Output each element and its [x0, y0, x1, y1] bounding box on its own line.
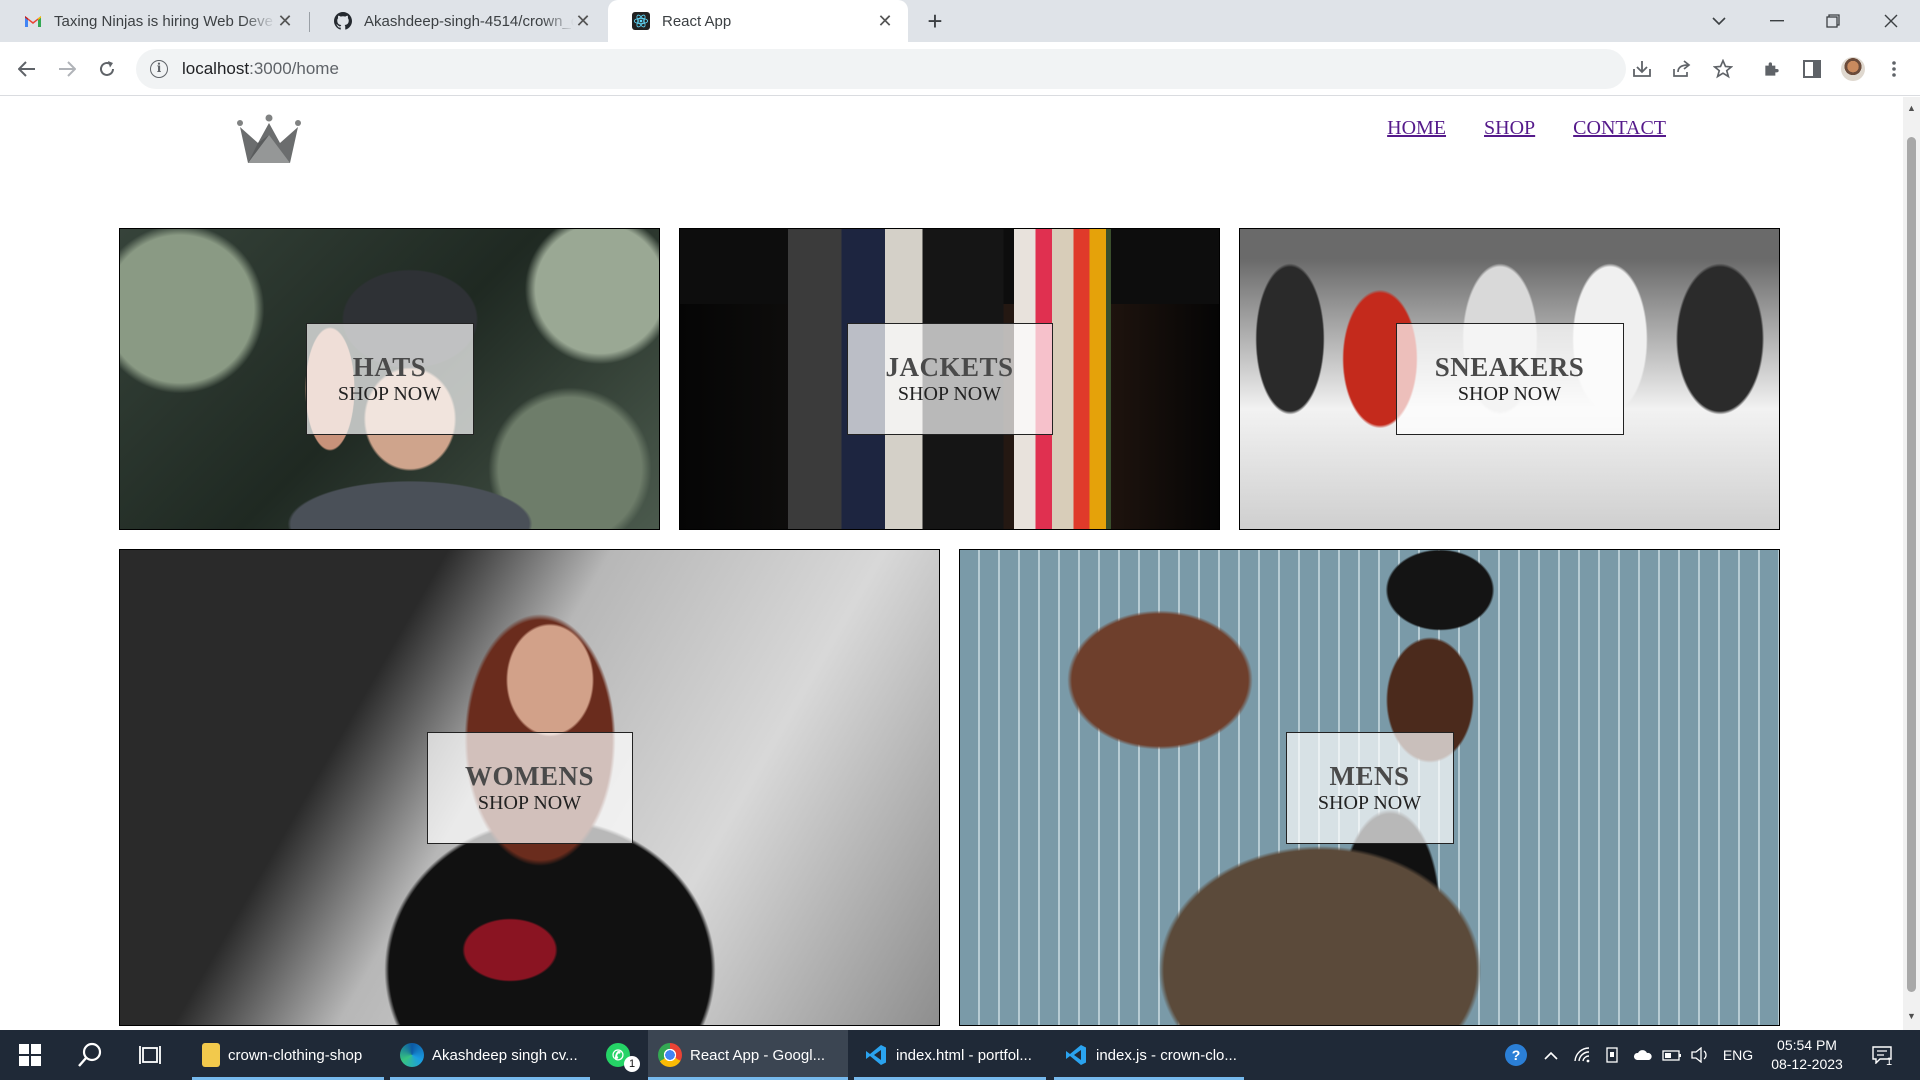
shop-now-text: SHOP NOW: [1457, 383, 1562, 405]
new-tab-button[interactable]: +: [920, 6, 950, 36]
edge-icon: [400, 1043, 424, 1067]
gmail-icon: [24, 12, 42, 30]
search-icon[interactable]: [70, 1030, 110, 1080]
category-card-sneakers[interactable]: SNEAKERS SHOP NOW: [1239, 228, 1780, 530]
avatar[interactable]: [1838, 54, 1868, 84]
category-label: MENS SHOP NOW: [1285, 731, 1454, 844]
notification-count: 1: [1886, 1056, 1893, 1068]
reload-icon[interactable]: [90, 52, 124, 86]
share-icon[interactable]: [1667, 54, 1697, 84]
taskbar-app-vscode-crown[interactable]: index.js - crown-clo...: [1054, 1030, 1244, 1080]
site-header: HOME SHOP CONTACT: [0, 97, 1900, 187]
address-bar[interactable]: i localhost:3000/home: [136, 49, 1626, 89]
tab-title: Taxing Ninjas is hiring Web Deve: [54, 12, 273, 30]
shop-now-text: SHOP NOW: [1317, 791, 1422, 814]
page-viewport: HOME SHOP CONTACT HATS SHOP NOW JACKETS …: [0, 97, 1920, 1030]
wifi-icon[interactable]: [1568, 1030, 1596, 1080]
help-icon[interactable]: ?: [1500, 1030, 1532, 1080]
react-icon: [632, 12, 650, 30]
tab-github[interactable]: Akashdeep-singh-4514/crown_c ✕: [310, 0, 606, 42]
taskbar-clock[interactable]: 05:54 PM 08-12-2023: [1762, 1036, 1852, 1074]
device-icon[interactable]: [1598, 1030, 1626, 1080]
category-card-mens[interactable]: MENS SHOP NOW: [959, 549, 1780, 1026]
minimize-icon[interactable]: [1752, 0, 1802, 42]
bookmark-star-icon[interactable]: [1708, 54, 1738, 84]
clock-time: 05:54 PM: [1777, 1037, 1837, 1053]
extensions-icon[interactable]: [1757, 54, 1787, 84]
notification-center-icon[interactable]: 1: [1862, 1030, 1902, 1080]
volume-icon[interactable]: [1686, 1030, 1714, 1080]
category-title: MENS: [1329, 760, 1410, 791]
main-nav: HOME SHOP CONTACT: [1387, 117, 1666, 140]
nav-link-contact[interactable]: CONTACT: [1573, 117, 1666, 140]
windows-taskbar: crown-clothing-shop Akashdeep singh cv..…: [0, 1030, 1920, 1080]
taskbar-app-whatsapp[interactable]: ✆ 1: [596, 1030, 648, 1080]
shop-now-text: SHOP NOW: [477, 791, 582, 814]
tab-gmail[interactable]: Taxing Ninjas is hiring Web Deve ✕: [0, 0, 308, 42]
url-text: localhost:3000/home: [182, 59, 339, 78]
vscode-icon: [1064, 1043, 1088, 1067]
scroll-up-icon[interactable]: ▲: [1906, 103, 1917, 113]
category-card-jackets[interactable]: JACKETS SHOP NOW: [679, 228, 1220, 530]
taskbar-app-file-explorer[interactable]: crown-clothing-shop: [192, 1030, 384, 1080]
close-icon[interactable]: ✕: [276, 11, 294, 32]
site-info-icon[interactable]: i: [150, 60, 168, 78]
taskbar-app-edge[interactable]: Akashdeep singh cv...: [390, 1030, 590, 1080]
crown-logo-icon[interactable]: [236, 113, 302, 165]
close-icon[interactable]: ✕: [574, 11, 592, 32]
language-indicator[interactable]: ENG: [1718, 1030, 1758, 1080]
category-label: HATS SHOP NOW: [305, 323, 474, 435]
taskbar-app-chrome[interactable]: React App - Googl...: [648, 1030, 848, 1080]
scroll-down-icon[interactable]: ▼: [1906, 1011, 1917, 1021]
vscode-icon: [864, 1043, 888, 1067]
scrollbar-thumb[interactable]: [1907, 137, 1916, 992]
category-title: SNEAKERS: [1434, 352, 1585, 382]
tab-search-dropdown-icon[interactable]: [1694, 0, 1744, 42]
chevron-up-icon[interactable]: [1538, 1030, 1564, 1080]
taskbar-app-label: index.html - portfol...: [896, 1046, 1032, 1064]
taskbar-app-vscode-portfolio[interactable]: index.html - portfol...: [854, 1030, 1046, 1080]
task-view-icon[interactable]: [130, 1030, 170, 1080]
tab-title: Akashdeep-singh-4514/crown_c: [364, 12, 574, 30]
side-panel-icon[interactable]: [1797, 54, 1827, 84]
tab-react-app[interactable]: React App ✕: [608, 0, 908, 42]
onedrive-icon[interactable]: [1628, 1030, 1658, 1080]
forward-icon[interactable]: [50, 52, 84, 86]
taskbar-app-label: crown-clothing-shop: [228, 1046, 363, 1064]
tab-title: React App: [662, 12, 732, 30]
notification-badge: 1: [624, 1056, 640, 1072]
category-label: SNEAKERS SHOP NOW: [1395, 323, 1624, 435]
taskbar-app-label: index.js - crown-clo...: [1096, 1046, 1237, 1064]
shop-now-text: SHOP NOW: [337, 383, 442, 405]
category-title: JACKETS: [885, 352, 1014, 382]
taskbar-app-label: React App - Googl...: [690, 1046, 826, 1064]
nav-link-home[interactable]: HOME: [1387, 117, 1446, 140]
restore-icon[interactable]: [1808, 0, 1858, 42]
back-icon[interactable]: [10, 52, 44, 86]
chrome-icon: [658, 1043, 682, 1067]
browser-toolbar: i localhost:3000/home: [0, 42, 1920, 96]
taskbar-app-label: Akashdeep singh cv...: [432, 1046, 578, 1064]
nav-link-shop[interactable]: SHOP: [1484, 117, 1535, 140]
install-app-icon[interactable]: [1627, 54, 1657, 84]
menu-icon[interactable]: [1879, 54, 1909, 84]
folder-icon: [202, 1043, 220, 1067]
category-title: HATS: [352, 352, 427, 382]
category-label: WOMENS SHOP NOW: [426, 731, 633, 844]
github-icon: [334, 12, 352, 30]
clock-date: 08-12-2023: [1771, 1056, 1843, 1072]
category-card-womens[interactable]: WOMENS SHOP NOW: [119, 549, 940, 1026]
category-title: WOMENS: [464, 760, 594, 791]
category-label: JACKETS SHOP NOW: [846, 323, 1053, 435]
vertical-scrollbar[interactable]: ▲ ▼: [1903, 97, 1920, 1030]
shop-now-text: SHOP NOW: [897, 383, 1002, 405]
close-window-icon[interactable]: [1866, 0, 1916, 42]
battery-icon[interactable]: [1658, 1030, 1686, 1080]
close-icon[interactable]: ✕: [876, 11, 894, 32]
browser-tabstrip: Taxing Ninjas is hiring Web Deve ✕ Akash…: [0, 0, 1920, 42]
windows-start-icon[interactable]: [10, 1030, 50, 1080]
category-card-hats[interactable]: HATS SHOP NOW: [119, 228, 660, 530]
